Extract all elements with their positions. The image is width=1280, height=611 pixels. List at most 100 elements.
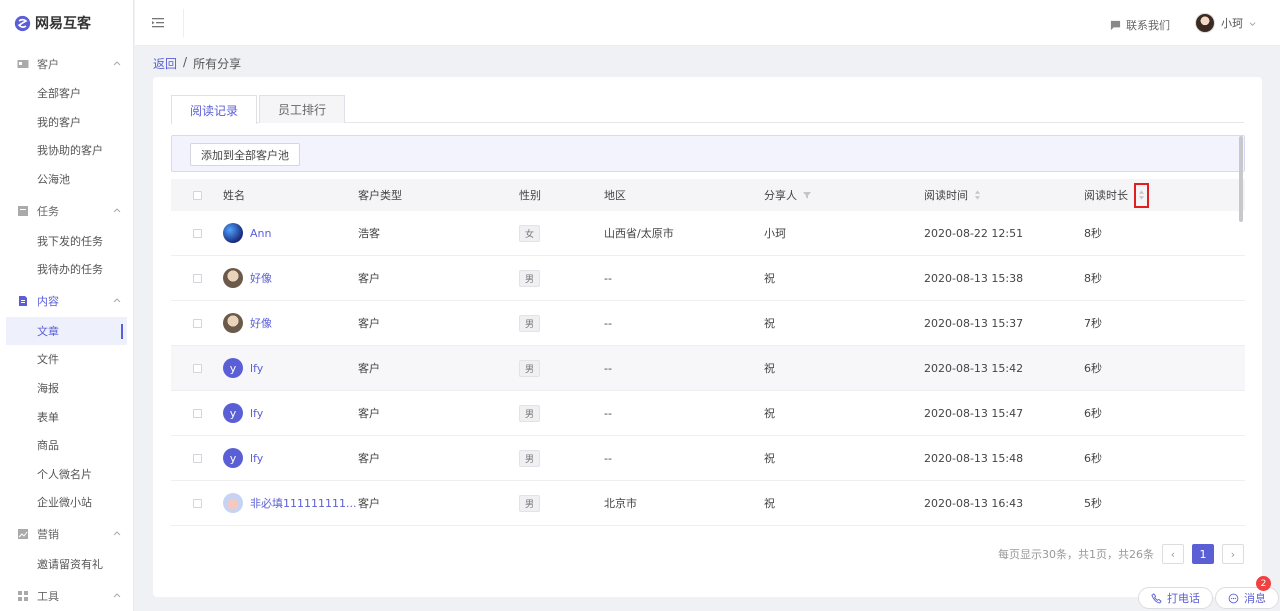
page-button[interactable]: 1 [1192, 544, 1214, 564]
customer-name-link[interactable]: lfy [250, 407, 263, 420]
sort-highlight-box[interactable] [1134, 182, 1149, 208]
pagination: 每页显示30条，共1页，共26条 ‹ 1 › [998, 544, 1244, 564]
chevron-up-icon [113, 298, 121, 303]
records-table: 姓名 客户类型 性别 地区 分享人 阅读时间 阅读时长 Ann 浩客 女 山西省/太原… [171, 179, 1245, 526]
table-row[interactable]: 好像 客户 男 -- 祝 2020-08-13 15:37 7秒 [171, 301, 1245, 346]
table-header: 姓名 客户类型 性别 地区 分享人 阅读时间 阅读时长 [171, 179, 1245, 211]
row-checkbox[interactable] [192, 228, 202, 238]
sidebar-item-articles[interactable]: 文章 [6, 316, 127, 346]
customer-name-link[interactable]: lfy [250, 452, 263, 465]
chat-icon [1110, 20, 1121, 30]
sidebar-item-products[interactable]: 商品 [0, 431, 133, 460]
gender-tag: 男 [519, 494, 541, 512]
sidebar-item-assisted-customers[interactable]: 我协助的客户 [0, 136, 133, 165]
sharer: 祝 [764, 272, 775, 285]
nav-group-tasks[interactable]: 任务 [0, 195, 133, 226]
call-button[interactable]: 打电话 [1138, 587, 1213, 609]
table-scrollbar[interactable] [1239, 136, 1243, 222]
sidebar-item-files[interactable]: 文件 [0, 345, 133, 374]
table-row[interactable]: Ann 浩客 女 山西省/太原市 小珂 2020-08-22 12:51 8秒 [171, 211, 1245, 256]
avatar: y [223, 448, 243, 468]
add-to-pool-button[interactable]: 添加到全部客户池 [190, 143, 300, 166]
sort-icon [1139, 190, 1144, 200]
sidebar-item-all-customers[interactable]: 全部客户 [0, 79, 133, 108]
chevron-up-icon [113, 531, 121, 536]
region: 北京市 [604, 497, 637, 510]
read-duration: 6秒 [1084, 407, 1102, 420]
avatar: y [223, 403, 243, 423]
sidebar-item-lead-gift[interactable]: 邀请留资有礼 [0, 550, 133, 579]
toolbar: 添加到全部客户池 [171, 135, 1245, 172]
sidebar-item-posters[interactable]: 海报 [0, 374, 133, 403]
phone-icon [1151, 592, 1162, 604]
row-checkbox[interactable] [192, 498, 202, 508]
sidebar-item-my-customers[interactable]: 我的客户 [0, 108, 133, 137]
row-checkbox[interactable] [192, 408, 202, 418]
customer-name-link[interactable]: lfy [250, 362, 263, 375]
menu-collapse-icon[interactable] [151, 16, 165, 30]
column-header-type: 客户类型 [358, 189, 402, 202]
sidebar-item-forms[interactable]: 表单 [0, 402, 133, 431]
read-time: 2020-08-22 12:51 [924, 226, 1024, 240]
topbar: 联系我们 小珂 [135, 0, 1280, 46]
message-button[interactable]: 消息 [1215, 587, 1279, 609]
table-row[interactable]: y lfy 客户 男 -- 祝 2020-08-13 15:48 6秒 [171, 436, 1245, 481]
tab-employee-ranking[interactable]: 员工排行 [259, 95, 346, 123]
filter-icon[interactable] [803, 191, 811, 199]
avatar [1195, 13, 1215, 33]
customer-name-link[interactable]: 好像 [250, 270, 272, 286]
breadcrumb-current: 所有分享 [193, 57, 242, 71]
sort-icon[interactable] [974, 190, 981, 200]
region: -- [604, 271, 612, 285]
main-card: 阅读记录 员工排行 添加到全部客户池 姓名 客户类型 性别 地区 分享人 阅读时… [153, 77, 1262, 597]
chevron-up-icon [113, 593, 121, 598]
customer-name-link[interactable]: 好像 [250, 315, 272, 331]
table-row[interactable]: 好像 客户 男 -- 祝 2020-08-13 15:38 8秒 [171, 256, 1245, 301]
table-row[interactable]: y lfy 客户 男 -- 祝 2020-08-13 15:42 6秒 [171, 346, 1245, 391]
user-menu[interactable]: 小珂 [1195, 13, 1256, 33]
sidebar-item-issued-tasks[interactable]: 我下发的任务 [0, 226, 133, 255]
gender-tag: 男 [519, 449, 541, 467]
row-checkbox[interactable] [192, 453, 202, 463]
table-row[interactable]: y lfy 客户 男 -- 祝 2020-08-13 15:47 6秒 [171, 391, 1245, 436]
customer-name-link[interactable]: 非必填111111111... [250, 495, 356, 511]
row-checkbox[interactable] [192, 318, 202, 328]
nav-group-customers[interactable]: 客户 [0, 48, 133, 79]
nav-group-label: 工具 [37, 589, 59, 603]
pagination-summary: 每页显示30条，共1页，共26条 [998, 548, 1154, 561]
column-header-gender: 性别 [519, 189, 541, 202]
app-logo[interactable]: 网易互客 [0, 0, 133, 46]
customer-name-link[interactable]: Ann [250, 227, 271, 240]
column-header-time: 阅读时间 [924, 189, 968, 202]
select-all-checkbox[interactable] [192, 190, 202, 200]
contact-us-label: 联系我们 [1126, 19, 1170, 32]
sidebar-item-todo-tasks[interactable]: 我待办的任务 [0, 255, 133, 284]
nav-group-marketing[interactable]: 营销 [0, 519, 133, 550]
next-page-button[interactable]: › [1222, 544, 1244, 564]
row-checkbox[interactable] [192, 273, 202, 283]
nav-group-content[interactable]: 内容 [0, 286, 133, 317]
sharer: 小珂 [764, 227, 786, 240]
back-link[interactable]: 返回 [153, 55, 177, 72]
sidebar-item-business-card[interactable]: 个人微名片 [0, 460, 133, 489]
table-row[interactable]: 非必填111111111... 客户 男 北京市 祝 2020-08-13 16:43 5秒 [171, 481, 1245, 526]
row-checkbox[interactable] [192, 363, 202, 373]
read-time: 2020-08-13 16:43 [924, 496, 1024, 510]
customer-type: 客户 [358, 362, 380, 375]
prev-page-button[interactable]: ‹ [1162, 544, 1184, 564]
tab-read-records[interactable]: 阅读记录 [171, 95, 258, 124]
column-header-name: 姓名 [223, 189, 245, 202]
chevron-up-icon [113, 60, 121, 65]
nav-group-tools[interactable]: 工具 [0, 580, 133, 611]
column-header-region: 地区 [604, 189, 626, 202]
contact-us-link[interactable]: 联系我们 [1110, 17, 1170, 33]
customer-type: 客户 [358, 407, 380, 420]
sidebar-item-micro-site[interactable]: 企业微小站 [0, 488, 133, 517]
sidebar-item-public-pool[interactable]: 公海池 [0, 165, 133, 194]
read-time: 2020-08-13 15:37 [924, 316, 1024, 330]
call-label: 打电话 [1167, 592, 1200, 605]
gender-tag: 男 [519, 404, 541, 422]
read-duration: 6秒 [1084, 452, 1102, 465]
gender-tag: 男 [519, 359, 541, 377]
nav-group-label: 营销 [37, 528, 59, 542]
